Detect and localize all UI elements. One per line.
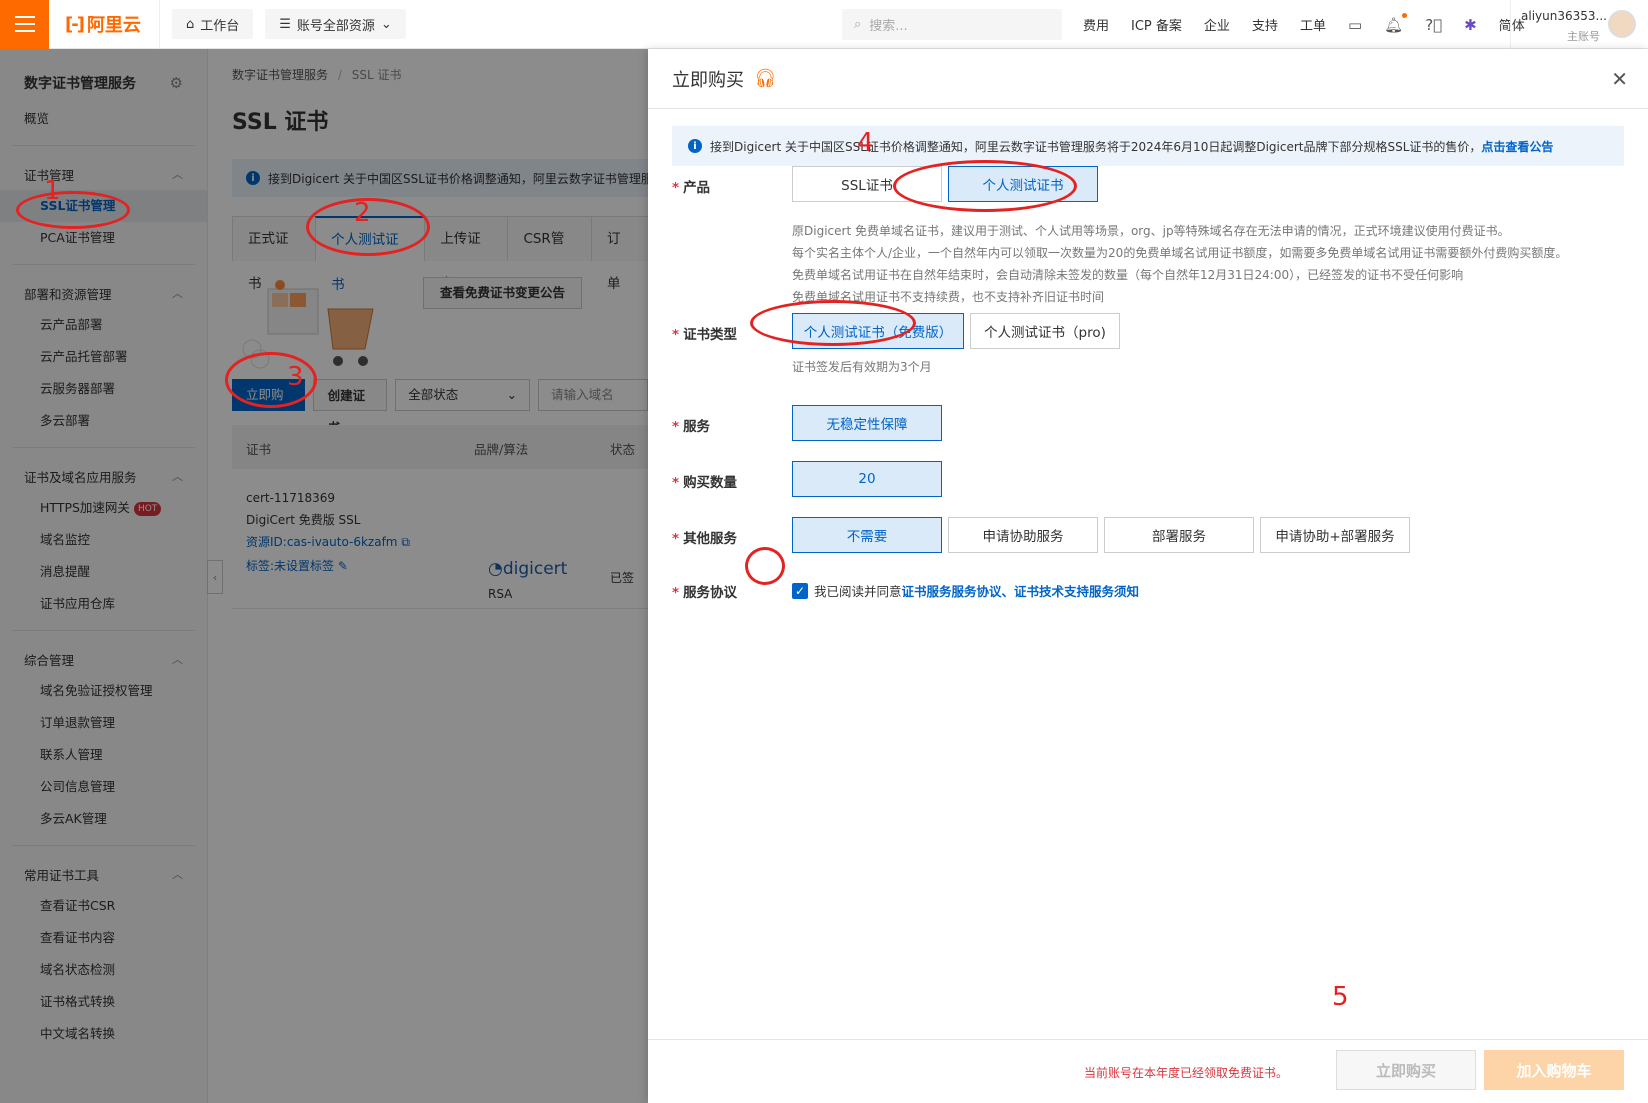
annotation-number-3: 3 <box>287 362 304 392</box>
drawer-title: 立即购买 <box>672 69 744 91</box>
top-bar: [-] 阿里云 ⌂ 工作台 ☰ 账号全部资源 ⌄ ⌕ 搜索... 费用 ICP … <box>0 0 1648 49</box>
notice-link[interactable]: 点击查看公告 <box>1481 138 1553 155</box>
help-icon[interactable]: ?⃝ <box>1425 16 1442 34</box>
drawer-buy-button[interactable]: 立即购买 <box>1336 1050 1476 1090</box>
aliyun-logo[interactable]: [-] 阿里云 <box>49 0 160 49</box>
cert-type-label: * 证书类型 <box>672 327 738 343</box>
headset-icon[interactable]: 🎧︎ <box>754 68 777 89</box>
other-assist-option[interactable]: 申请协助服务 <box>948 517 1098 553</box>
other-none-option[interactable]: 不需要 <box>792 517 942 553</box>
service-label: * 服务 <box>672 419 711 435</box>
agreement-link-2[interactable]: 证书技术支持服务须知 <box>1014 581 1139 600</box>
cert-type-help: 证书签发后有效期为3个月 <box>792 360 932 374</box>
add-to-cart-button[interactable]: 加入购物车 <box>1484 1050 1624 1090</box>
assistant-icon[interactable]: ✱ <box>1464 16 1477 34</box>
annotation-number-2: 2 <box>354 198 371 228</box>
product-test-option[interactable]: 个人测试证书 <box>948 166 1098 202</box>
agreement-label: * 服务协议 <box>672 585 738 601</box>
nav-enterprise[interactable]: 企业 <box>1204 15 1230 34</box>
annotation-number-5: 5 <box>1332 982 1349 1012</box>
search-icon: ⌕ <box>854 17 862 32</box>
other-services-label: * 其他服务 <box>672 531 738 547</box>
top-nav: 费用 ICP 备案 企业 支持 工单 ▭ 🔔︎ ?⃝ ✱ 简体 <box>1083 0 1525 49</box>
nav-fees[interactable]: 费用 <box>1083 15 1109 34</box>
quantity-option[interactable]: 20 <box>792 461 942 497</box>
drawer-footer: 当前账号在本年度已经领取免费证书。 立即购买 加入购物车 <box>648 1039 1648 1103</box>
annotation-number-1: 1 <box>44 176 61 206</box>
home-icon: ⌂ <box>185 16 195 32</box>
terminal-icon[interactable]: ▭ <box>1348 16 1362 34</box>
product-label: * 产品 <box>672 180 711 196</box>
info-icon: i <box>688 139 702 153</box>
agreement-checkbox[interactable]: ✓ <box>792 582 808 599</box>
chevron-down-icon: ⌄ <box>380 16 392 32</box>
annotation-number-4: 4 <box>857 128 874 158</box>
close-icon[interactable]: ✕ <box>1611 67 1628 91</box>
cert-type-free-option[interactable]: 个人测试证书（免费版） <box>792 313 964 349</box>
other-assist-deploy-option[interactable]: 申请协助+部署服务 <box>1260 517 1410 553</box>
list-icon: ☰ <box>279 16 291 32</box>
menu-icon[interactable] <box>0 0 49 49</box>
avatar[interactable] <box>1608 10 1636 38</box>
account-menu[interactable]: aliyun36353... 主账号 <box>1510 0 1648 49</box>
search-input[interactable]: ⌕ 搜索... <box>842 9 1062 40</box>
resources-dropdown[interactable]: ☰ 账号全部资源 ⌄ <box>265 9 406 39</box>
agreement-row: ✓ 我已阅读并同意 证书服务服务协议、证书技术支持服务须知 <box>792 581 1139 600</box>
other-deploy-option[interactable]: 部署服务 <box>1104 517 1254 553</box>
product-help: 原Digicert 免费单域名证书，建议用于测试、个人试用等场景，org、jp等… <box>792 224 1568 304</box>
cert-type-pro-option[interactable]: 个人测试证书（pro) <box>970 313 1120 349</box>
workbench-button[interactable]: ⌂ 工作台 <box>171 9 254 39</box>
quantity-label: * 购买数量 <box>672 475 738 491</box>
product-ssl-option[interactable]: SSL证书 <box>792 166 942 202</box>
purchase-drawer: 立即购买 🎧︎ ✕ i 接到Digicert 关于中国区SSL证书价格调整通知，… <box>648 49 1648 1103</box>
drawer-header: 立即购买 🎧︎ <box>648 49 1648 109</box>
drawer-price-notice: i 接到Digicert 关于中国区SSL证书价格调整通知，阿里云数字证书管理服… <box>672 126 1624 166</box>
overlay-mask[interactable] <box>0 49 648 1103</box>
agreement-link-1[interactable]: 证书服务服务协议 <box>902 581 1002 600</box>
nav-ticket[interactable]: 工单 <box>1300 15 1326 34</box>
bell-icon[interactable]: 🔔︎ <box>1384 12 1408 34</box>
free-cert-warning: 当前账号在本年度已经领取免费证书。 <box>1084 1066 1289 1080</box>
aliyun-logo-mark-icon: [-] <box>65 13 85 35</box>
service-option[interactable]: 无稳定性保障 <box>792 405 942 441</box>
nav-support[interactable]: 支持 <box>1252 15 1278 34</box>
nav-icp[interactable]: ICP 备案 <box>1131 15 1182 34</box>
